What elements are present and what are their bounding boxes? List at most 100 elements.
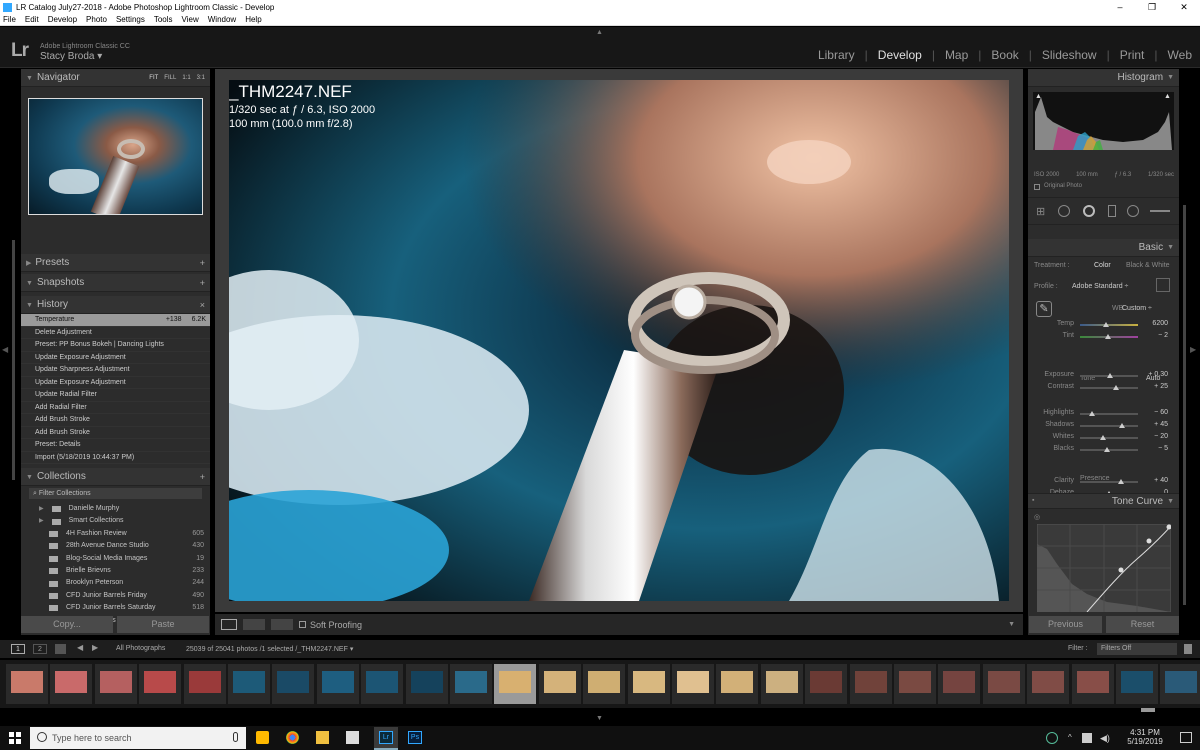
- minimize-icon[interactable]: –: [1104, 0, 1136, 14]
- slider-knob[interactable]: [1107, 373, 1113, 378]
- right-panel-scrollbar[interactable]: [1183, 205, 1186, 605]
- filmstrip-thumbnail[interactable]: [317, 664, 359, 704]
- slider-value[interactable]: + 45: [1144, 421, 1168, 428]
- collection-item[interactable]: 28th Avenue Dance Studio430: [21, 540, 210, 552]
- slider-value[interactable]: − 5: [1144, 445, 1168, 452]
- histogram-header[interactable]: Histogram▼: [1028, 69, 1179, 87]
- filmstrip-thumbnail[interactable]: [494, 664, 536, 704]
- grid-view-icon[interactable]: [55, 644, 66, 654]
- treatment-black-white[interactable]: Black & White: [1126, 262, 1170, 269]
- filmstrip-thumbnail[interactable]: [95, 664, 137, 704]
- module-develop[interactable]: Develop: [878, 48, 922, 62]
- original-photo-checkbox[interactable]: [1034, 184, 1040, 190]
- filmstrip-thumbnail[interactable]: [1116, 664, 1158, 704]
- filmstrip-thumbnail[interactable]: [406, 664, 448, 704]
- zoom-fit[interactable]: FIT: [149, 75, 158, 81]
- filmstrip-thumbnail[interactable]: [938, 664, 980, 704]
- paste-button[interactable]: Paste: [117, 616, 209, 633]
- back-arrow-icon[interactable]: ◀: [77, 643, 83, 652]
- history-item[interactable]: Add Brush Stroke: [21, 427, 210, 440]
- mail-taskbar-icon[interactable]: [346, 731, 359, 744]
- module-print[interactable]: Print: [1120, 48, 1145, 62]
- module-book[interactable]: Book: [991, 48, 1018, 62]
- wb-dropdown[interactable]: Custom ÷: [1122, 305, 1152, 312]
- filmstrip-scroll-thumb[interactable]: [1141, 708, 1155, 712]
- tone-curve-header[interactable]: ▪ Tone Curve▼: [1028, 493, 1179, 509]
- spot-removal-icon[interactable]: [1058, 205, 1070, 217]
- slider-value[interactable]: − 60: [1144, 409, 1168, 416]
- microphone-icon[interactable]: [233, 732, 238, 742]
- eyedropper-icon[interactable]: ✎: [1036, 301, 1052, 317]
- histogram-graph[interactable]: [1033, 92, 1174, 150]
- navigator-thumbnail[interactable]: [28, 98, 203, 215]
- collections-header[interactable]: ▼Collections+: [21, 468, 210, 486]
- history-item[interactable]: Preset: PP Bonus Bokeh | Dancing Lights: [21, 339, 210, 352]
- right-panel-toggle-icon[interactable]: ▶: [1190, 345, 1196, 354]
- filmstrip-thumbnail[interactable]: [850, 664, 892, 704]
- filter-dropdown[interactable]: Filters Off: [1097, 643, 1177, 655]
- history-item[interactable]: Add Radial Filter: [21, 402, 210, 415]
- collection-item[interactable]: CFD Junior Barrels Saturday518: [21, 602, 210, 614]
- show-hidden-icons[interactable]: ^: [1068, 733, 1072, 742]
- filmstrip-thumbnail[interactable]: [50, 664, 92, 704]
- slider-value[interactable]: + 40: [1144, 477, 1168, 484]
- filmstrip-thumbnail[interactable]: [983, 664, 1025, 704]
- history-item[interactable]: Delete Adjustment: [21, 327, 210, 340]
- filmstrip-thumbnail[interactable]: [894, 664, 936, 704]
- menu-edit[interactable]: Edit: [25, 15, 39, 24]
- filmstrip-thumbnail[interactable]: [6, 664, 48, 704]
- filmstrip-thumbnail[interactable]: [628, 664, 670, 704]
- filmstrip-thumbnail[interactable]: [361, 664, 403, 704]
- adjustment-slider[interactable]: [1080, 413, 1138, 415]
- filmstrip-count[interactable]: 25039 of 25041 photos /1 selected /_THM2…: [186, 645, 353, 653]
- filmstrip-thumbnail[interactable]: [228, 664, 270, 704]
- menu-tools[interactable]: Tools: [154, 15, 173, 24]
- snapshots-header[interactable]: ▼Snapshots+: [21, 274, 210, 292]
- filter-collections-field[interactable]: ⌕ Filter Collections: [29, 488, 202, 499]
- slider-value[interactable]: − 2: [1144, 332, 1168, 339]
- slider-knob[interactable]: [1105, 334, 1111, 339]
- loupe-view-icon[interactable]: [221, 619, 237, 630]
- copy-button[interactable]: Copy...: [21, 616, 113, 633]
- filmstrip-thumbnail[interactable]: [139, 664, 181, 704]
- slider-knob[interactable]: [1113, 385, 1119, 390]
- slider-knob[interactable]: [1089, 411, 1095, 416]
- file-explorer-taskbar-icon[interactable]: [256, 731, 269, 744]
- clipping-shadow-icon[interactable]: ▲: [1035, 93, 1042, 100]
- clear-history-icon[interactable]: ×: [200, 300, 205, 310]
- zoom-fill[interactable]: FILL: [164, 75, 176, 81]
- folder-taskbar-icon[interactable]: [316, 731, 329, 744]
- adjustment-slider[interactable]: [1080, 375, 1138, 377]
- slider-value[interactable]: − 20: [1144, 433, 1168, 440]
- adjustment-slider[interactable]: [1080, 449, 1138, 451]
- filmstrip-thumbnail[interactable]: [1160, 664, 1200, 704]
- history-header[interactable]: ▼History×: [21, 296, 210, 314]
- slider-knob[interactable]: [1119, 423, 1125, 428]
- menu-view[interactable]: View: [182, 15, 199, 24]
- adjustment-slider[interactable]: [1080, 481, 1138, 483]
- taskbar-clock[interactable]: 4:31 PM 5/19/2019: [1115, 728, 1175, 746]
- filmstrip-thumbnail[interactable]: [1027, 664, 1069, 704]
- filmstrip-thumbnail[interactable]: [184, 664, 226, 704]
- page-2-button[interactable]: 2: [33, 644, 47, 654]
- module-map[interactable]: Map: [945, 48, 968, 62]
- page-1-button[interactable]: 1: [11, 644, 25, 654]
- filter-lock-icon[interactable]: [1184, 644, 1192, 654]
- adjustment-slider[interactable]: [1080, 336, 1138, 338]
- add-collection-icon[interactable]: +: [200, 472, 205, 482]
- close-icon[interactable]: ✕: [1168, 0, 1200, 14]
- history-item[interactable]: Update Sharpness Adjustment: [21, 364, 210, 377]
- slider-value[interactable]: + 0.30: [1144, 371, 1168, 378]
- slider-value[interactable]: + 25: [1144, 383, 1168, 390]
- left-panel-scrollbar[interactable]: [12, 240, 15, 480]
- history-item[interactable]: Preset: Details: [21, 439, 210, 452]
- adjustment-brush-icon[interactable]: [1150, 210, 1170, 212]
- collection-item[interactable]: ▶Smart Collections: [21, 515, 210, 527]
- zoom-3-1[interactable]: 3:1: [197, 75, 205, 81]
- navigator-header[interactable]: ▼Navigator FIT FILL 1:1 3:1: [21, 69, 210, 87]
- filmstrip-thumbnail[interactable]: [672, 664, 714, 704]
- user-name[interactable]: Stacy Broda ▾: [40, 51, 102, 62]
- collection-item[interactable]: Brielle Brievns233: [21, 565, 210, 577]
- windows-start-icon[interactable]: [9, 732, 21, 744]
- filmstrip-thumbnail[interactable]: [272, 664, 314, 704]
